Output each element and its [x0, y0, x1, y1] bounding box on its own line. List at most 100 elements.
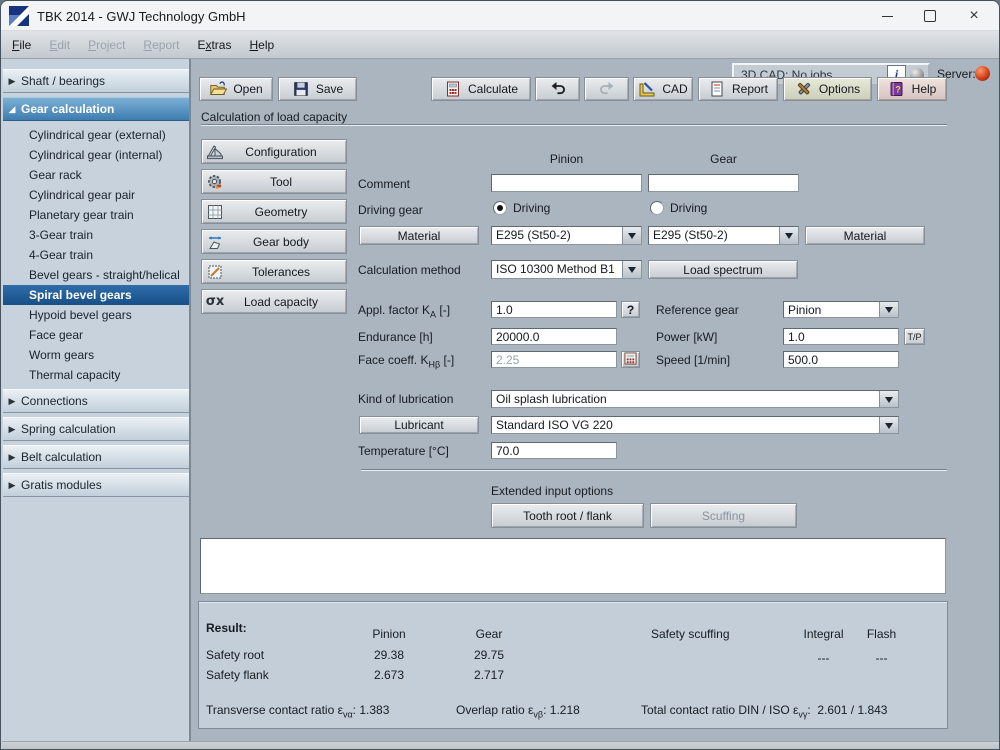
sidebar-section-spring-calculation[interactable]: ▶Spring calculation: [3, 417, 189, 441]
result-col-flash: Flash: [854, 627, 909, 641]
open-folder-icon: [209, 80, 227, 98]
sidebar-item-hypoid-bevel-gears[interactable]: Hypoid bevel gears: [3, 305, 189, 325]
chevron-down-icon[interactable]: [779, 227, 798, 244]
sidebar-item-gear-rack[interactable]: Gear rack: [3, 165, 189, 185]
geometry-button[interactable]: Geometry: [201, 199, 347, 224]
calculation-method-select[interactable]: ISO 10300 Method B1: [491, 260, 642, 279]
material-gear-button[interactable]: Material: [805, 226, 925, 245]
open-button[interactable]: Open: [199, 77, 273, 101]
sidebar-item-worm-gears[interactable]: Worm gears: [3, 345, 189, 365]
endurance-label: Endurance [h]: [358, 330, 433, 344]
window-title: TBK 2014 - GWJ Technology GmbH: [37, 9, 246, 24]
column-header-pinion: Pinion: [491, 152, 642, 166]
menu-help[interactable]: Help: [240, 32, 283, 58]
chevron-down-icon[interactable]: [622, 227, 641, 244]
save-button[interactable]: Save: [278, 77, 357, 101]
menu-bar: File Edit Project Report Extras Help 3D …: [1, 31, 999, 59]
sidebar-item-thermal-capacity[interactable]: Thermal capacity: [3, 365, 189, 385]
options-button[interactable]: Options: [783, 77, 872, 101]
sidebar-section-gratis-modules[interactable]: ▶Gratis modules: [3, 473, 189, 497]
speed-label: Speed [1/min]: [656, 353, 730, 367]
chevron-down-icon[interactable]: [879, 391, 898, 407]
menu-project[interactable]: Project: [79, 32, 134, 58]
power-input[interactable]: [783, 328, 899, 345]
sidebar-item-planetary-gear-train[interactable]: Planetary gear train: [3, 205, 189, 225]
endurance-input[interactable]: [491, 328, 617, 345]
menu-file[interactable]: File: [3, 32, 40, 58]
reference-gear-select[interactable]: Pinion: [783, 301, 899, 318]
menu-extras[interactable]: Extras: [188, 32, 240, 58]
material-pinion-button[interactable]: Material: [359, 226, 479, 245]
calculate-button[interactable]: Calculate: [431, 77, 531, 101]
result-col-scuffing: Safety scuffing: [651, 627, 730, 641]
material-pinion-select[interactable]: E295 (St50-2): [491, 226, 642, 245]
help-book-icon: ?: [888, 80, 906, 98]
face-coeff-calc-button[interactable]: [621, 351, 640, 368]
comment-gear-input[interactable]: [648, 174, 799, 192]
face-coeff-label: Face coeff. KHβ [-]: [358, 353, 454, 369]
sidebar-item-cylindrical-gear-pair[interactable]: Cylindrical gear pair: [3, 185, 189, 205]
sidebar-item-face-gear[interactable]: Face gear: [3, 325, 189, 345]
configuration-button[interactable]: Configuration: [201, 139, 347, 164]
safety-flank-gear-value: 2.717: [454, 668, 524, 682]
menu-edit[interactable]: Edit: [40, 32, 79, 58]
safety-root-gear-value: 29.75: [454, 648, 524, 662]
calculator-small-icon: [624, 352, 637, 368]
report-button[interactable]: Report: [698, 77, 778, 101]
lubricant-button[interactable]: Lubricant: [359, 416, 479, 434]
collapsed-triangle-icon: ▶: [3, 480, 21, 491]
sidebar-item-cylindrical-gear-external[interactable]: Cylindrical gear (external): [3, 125, 189, 145]
driving-pinion-radio[interactable]: Driving: [493, 201, 550, 215]
sidebar-section-shaft-bearings[interactable]: ▶Shaft / bearings: [3, 69, 189, 93]
close-button[interactable]: ×: [959, 6, 989, 26]
chevron-down-icon[interactable]: [879, 417, 898, 433]
material-gear-select[interactable]: E295 (St50-2): [648, 226, 799, 245]
driving-gear-radio[interactable]: Driving: [650, 201, 707, 215]
load-capacity-button[interactable]: σx Load capacity: [201, 289, 347, 314]
tool-gear-icon: [206, 173, 224, 191]
close-icon: ×: [969, 8, 978, 24]
svg-text:?: ?: [895, 85, 901, 95]
minimize-icon: [882, 16, 893, 17]
chevron-down-icon[interactable]: [879, 302, 898, 317]
undo-button[interactable]: [535, 77, 580, 101]
speed-input[interactable]: [783, 351, 899, 368]
maximize-button[interactable]: [915, 6, 945, 26]
sidebar-item-3-gear-train[interactable]: 3-Gear train: [3, 225, 189, 245]
transverse-contact-ratio: Transverse contact ratio εvα: 1.383: [206, 703, 389, 719]
redo-icon: [598, 79, 616, 100]
chevron-down-icon[interactable]: [622, 261, 641, 278]
lubricant-select[interactable]: Standard ISO VG 220: [491, 416, 899, 434]
undo-icon: [549, 79, 567, 100]
sidebar-section-gear-calculation[interactable]: ◢Gear calculation: [3, 97, 189, 121]
redo-button[interactable]: [584, 77, 629, 101]
sidebar-item-cylindrical-gear-internal[interactable]: Cylindrical gear (internal): [3, 145, 189, 165]
radio-icon: [493, 201, 507, 215]
appl-factor-help-button[interactable]: ?: [621, 301, 640, 318]
torque-power-toggle-button[interactable]: T/P: [904, 328, 925, 345]
tooth-root-flank-button[interactable]: Tooth root / flank: [491, 503, 644, 528]
gear-body-button[interactable]: Gear body: [201, 229, 347, 254]
help-button[interactable]: ? Help: [877, 77, 947, 101]
calculation-method-label: Calculation method: [358, 263, 461, 277]
load-spectrum-button[interactable]: Load spectrum: [648, 260, 798, 279]
face-coeff-input: [491, 351, 617, 368]
tools-icon: [795, 80, 813, 98]
sidebar-section-belt-calculation[interactable]: ▶Belt calculation: [3, 445, 189, 469]
menu-report[interactable]: Report: [134, 32, 188, 58]
appl-factor-label: Appl. factor KA [-]: [358, 303, 450, 319]
sidebar-item-spiral-bevel-gears[interactable]: Spiral bevel gears: [3, 285, 189, 305]
sidebar-item-bevel-gears-straight-helical[interactable]: Bevel gears - straight/helical: [3, 265, 189, 285]
appl-factor-input[interactable]: [491, 301, 617, 318]
sidebar-item-4-gear-train[interactable]: 4-Gear train: [3, 245, 189, 265]
tool-button[interactable]: Tool: [201, 169, 347, 194]
cad-button[interactable]: CAD: [633, 77, 693, 101]
sidebar-section-connections[interactable]: ▶Connections: [3, 389, 189, 413]
column-header-gear: Gear: [648, 152, 799, 166]
collapsed-triangle-icon: ▶: [3, 76, 21, 87]
temperature-input[interactable]: [491, 442, 617, 459]
tolerances-button[interactable]: Tolerances: [201, 259, 347, 284]
minimize-button[interactable]: [872, 6, 902, 26]
lubrication-select[interactable]: Oil splash lubrication: [491, 390, 899, 408]
comment-pinion-input[interactable]: [491, 174, 642, 192]
